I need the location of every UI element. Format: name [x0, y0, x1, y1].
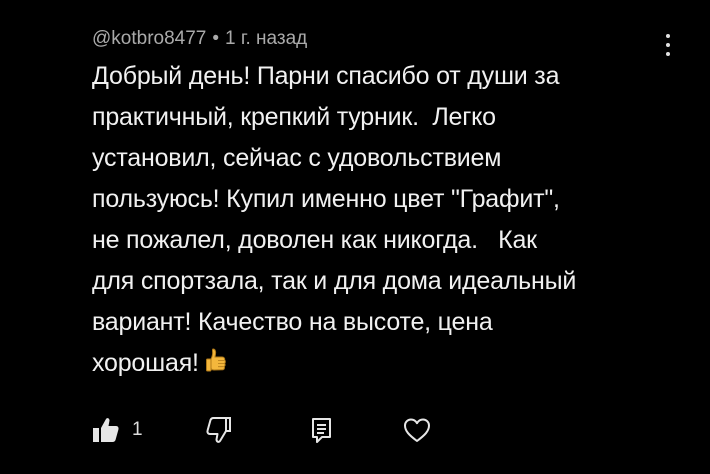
thumbs-down-icon — [204, 416, 234, 444]
comment-text: Добрый день! Парни спасибо от души за пр… — [92, 62, 577, 377]
comment: @kotbro8477 • 1 г. назад Добрый день! Парн… — [92, 22, 672, 388]
comment-body: Добрый день! Парни спасибо от души за пр… — [92, 56, 672, 388]
thumbs-up-emoji-icon — [205, 347, 227, 388]
menu-dot — [666, 34, 670, 38]
menu-dot — [666, 43, 670, 47]
comment-actions: 1 — [92, 414, 452, 446]
heart-icon — [402, 416, 432, 444]
comment-author[interactable]: @kotbro8477 — [92, 28, 206, 49]
like-button[interactable]: 1 — [92, 414, 143, 446]
meta-separator: • — [212, 28, 220, 49]
thumbs-up-icon — [92, 416, 122, 444]
heart-button[interactable] — [402, 414, 432, 446]
more-vertical-icon[interactable] — [656, 34, 680, 66]
reply-button[interactable] — [310, 414, 334, 446]
menu-dot — [666, 52, 670, 56]
like-count: 1 — [132, 419, 143, 440]
dislike-button[interactable] — [204, 414, 234, 446]
reply-icon — [310, 416, 334, 444]
comment-time[interactable]: 1 г. назад — [225, 28, 307, 49]
comment-meta: @kotbro8477 • 1 г. назад — [92, 22, 672, 56]
